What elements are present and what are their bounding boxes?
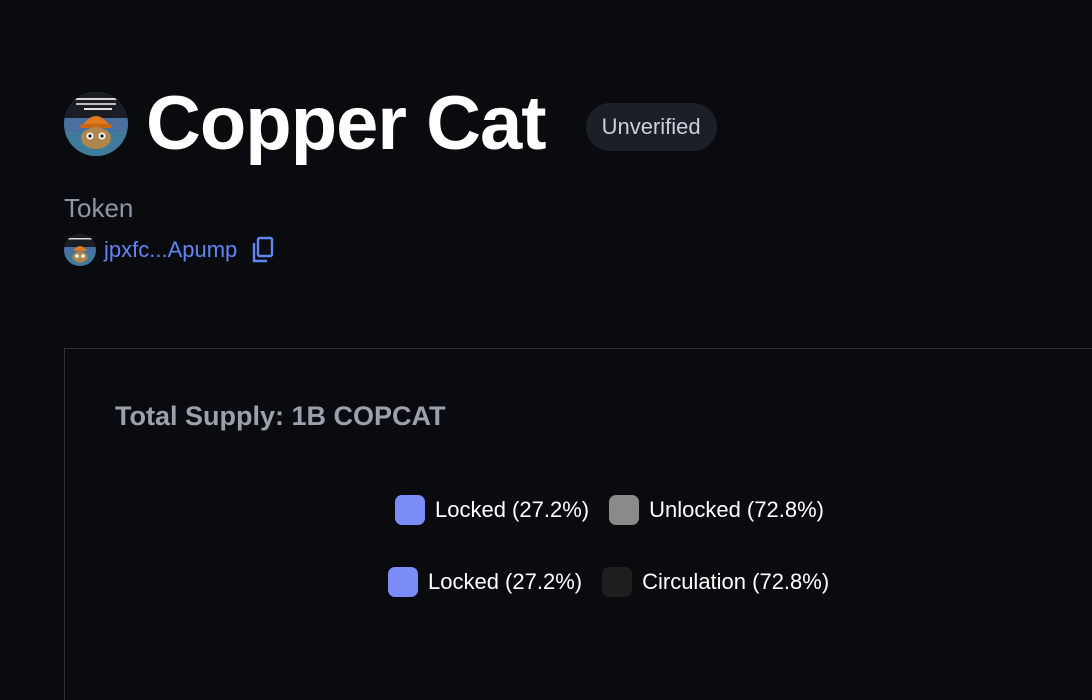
token-title: Copper Cat — [146, 81, 547, 166]
supply-card: Total Supply: 1B COPCAT Locked (27.2%) U… — [64, 348, 1092, 700]
legend-swatch-locked-secondary — [388, 567, 418, 597]
legend-item-locked-secondary: Locked (27.2%) — [388, 567, 582, 597]
legend-label-locked-secondary: Locked (27.2%) — [428, 569, 583, 594]
total-supply-label: Total Supply: 1B COPCAT — [115, 401, 446, 431]
supply-legend-primary: Locked (27.2%) Unlocked (72.8%) — [395, 495, 844, 525]
copper-cat-avatar-small-icon — [64, 234, 96, 266]
token-address-row: jpxfc...Apump — [64, 234, 275, 266]
legend-item-circulation: Circulation (72.8%) — [602, 567, 829, 597]
legend-label-unlocked: Unlocked (72.8%) — [649, 497, 824, 522]
legend-swatch-unlocked — [609, 495, 640, 525]
legend-swatch-locked — [395, 495, 425, 525]
verification-badge: Unverified — [585, 103, 717, 151]
token-header: Copper Cat Unverified — [64, 84, 717, 164]
supply-legend-secondary: Locked (27.2%) Circulation (72.8%) — [388, 567, 849, 597]
legend-label-locked: Locked (27.2%) — [435, 497, 590, 522]
token-page: Copper Cat Unverified Token jpxfc...Apum… — [0, 0, 1092, 700]
legend-item-unlocked: Unlocked (72.8%) — [609, 495, 824, 525]
legend-swatch-circulation — [602, 567, 633, 597]
token-address-link[interactable]: jpxfc...Apump — [104, 237, 237, 263]
legend-label-circulation: Circulation (72.8%) — [642, 569, 830, 594]
copy-icon[interactable] — [249, 236, 275, 264]
copper-cat-avatar-icon — [64, 92, 128, 156]
token-type-label: Token — [64, 193, 134, 223]
legend-item-locked: Locked (27.2%) — [395, 495, 589, 525]
